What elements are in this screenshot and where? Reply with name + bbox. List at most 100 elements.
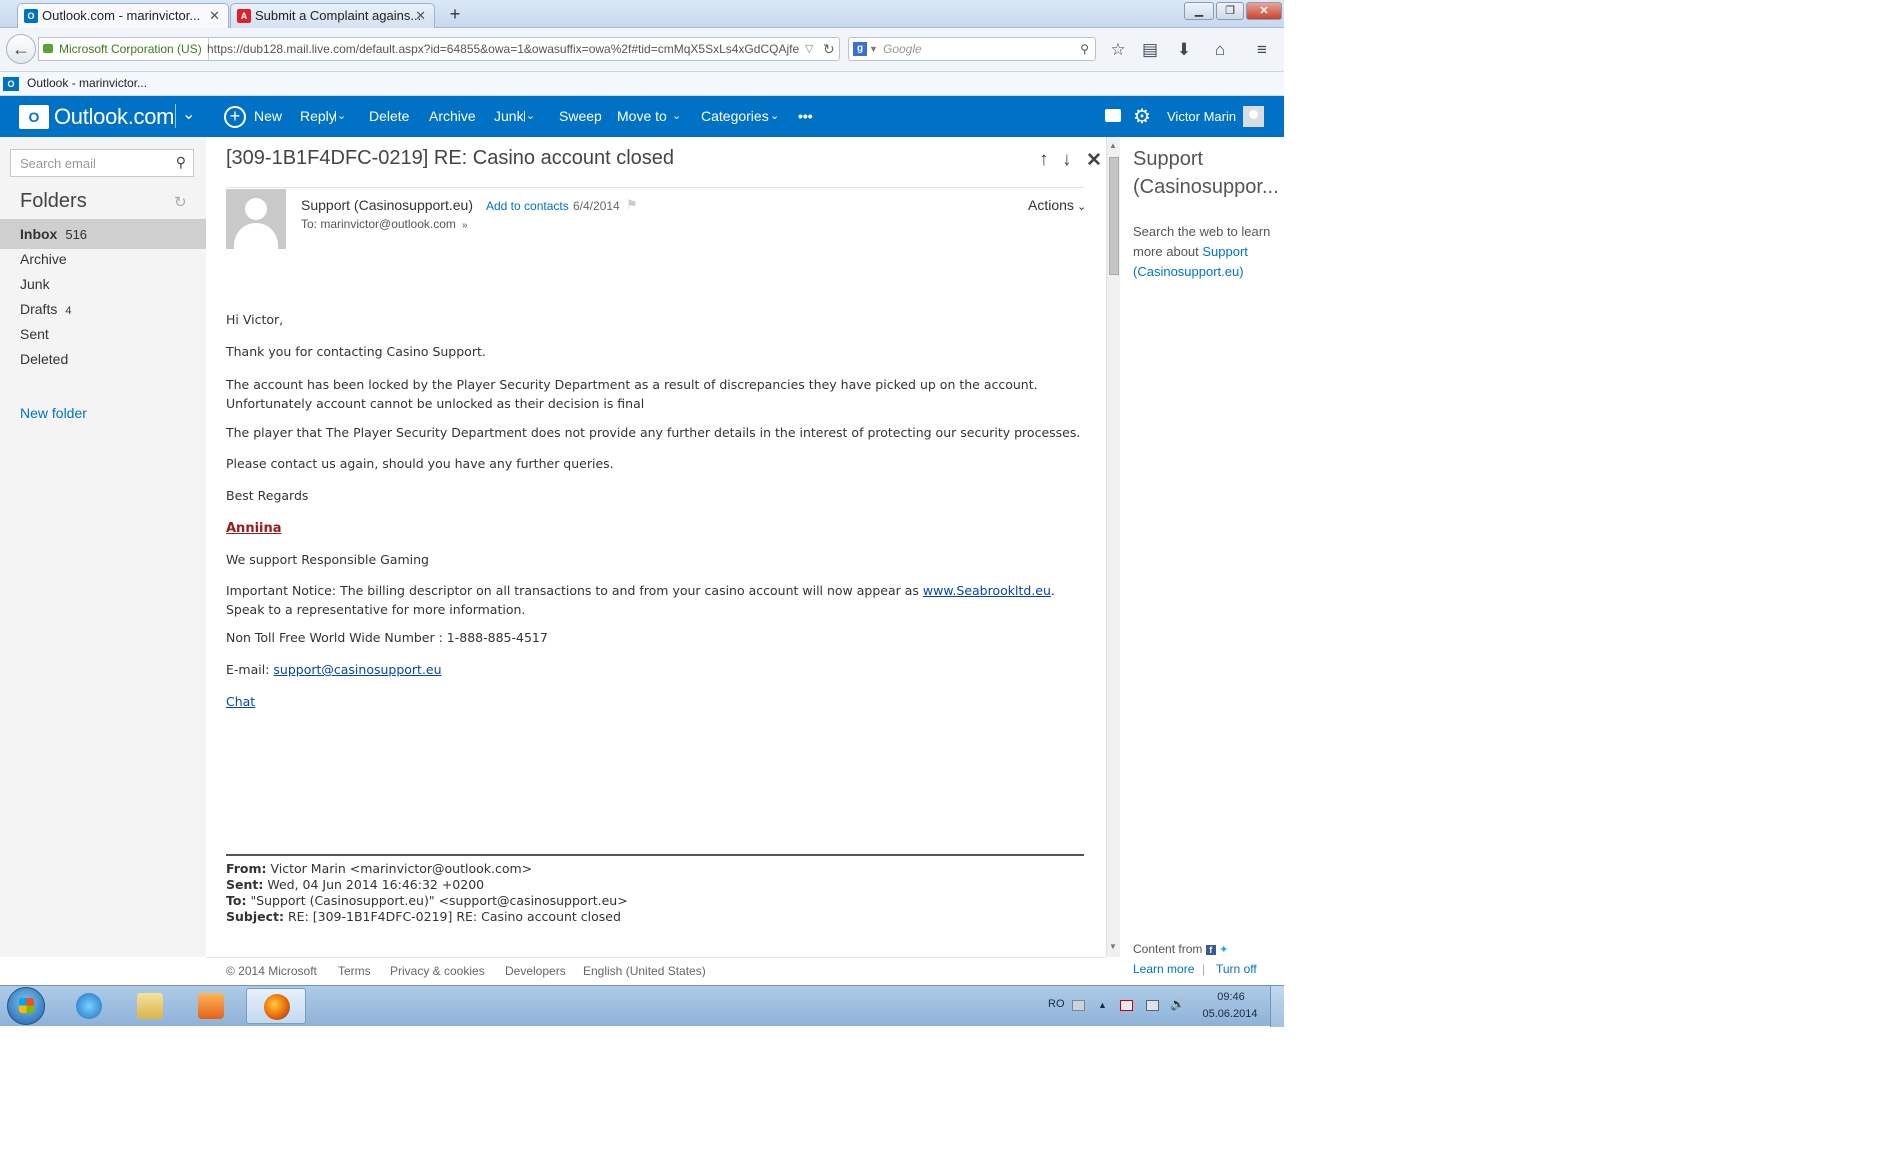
site-identity[interactable]: Microsoft Corporation (US) [41,38,209,60]
privacy-link[interactable]: Privacy & cookies [390,958,485,985]
chevron-down-icon[interactable]: ⌄ [672,96,681,137]
move-to-button[interactable]: Move to [617,96,667,137]
terms-link[interactable]: Terms [338,958,371,985]
url-text[interactable]: https://dub128.mail.live.com/default.asp… [207,38,807,60]
minimize-button[interactable]: ▁ [1184,2,1214,20]
back-button[interactable]: ← [6,34,36,64]
bookmark-outlook[interactable]: Outlook - marinvictor... [27,76,147,90]
phone-number: Non Toll Free World Wide Number : 1-888-… [226,630,548,645]
chat-icon[interactable] [1105,109,1121,122]
search-icon[interactable]: ⚲ [176,154,186,171]
reply-button[interactable]: Reply [300,96,336,137]
language-link[interactable]: English (United States) [583,958,706,985]
tab-outlook[interactable]: O Outlook.com - marinvictor... ✕ [17,3,229,29]
arrow-up-icon[interactable]: ↑ [1039,149,1049,171]
plus-icon[interactable]: + [224,106,246,128]
support-email-link[interactable]: support@casinosupport.eu [273,662,441,677]
turn-off-link[interactable]: Turn off [1216,962,1257,976]
dropdown-arrow-icon[interactable]: ▽ [805,38,813,60]
scroll-up-icon[interactable]: ▲ [1109,141,1117,150]
developers-link[interactable]: Developers [505,958,566,985]
volume-icon[interactable]: 🔊 [1170,997,1185,1011]
scrollbar-thumb[interactable] [1109,157,1119,275]
chevron-up-icon[interactable]: ▲ [1098,1000,1111,1011]
reading-pane-scrollbar[interactable]: ▲ ▼ [1106,137,1120,957]
quoted-to-value: "Support (Casinosupport.eu)" <support@ca… [250,893,628,908]
new-tab-button[interactable]: + [444,4,466,26]
taskbar-explorer[interactable] [123,988,177,1024]
categories-button[interactable]: Categories [701,96,769,137]
archive-button[interactable]: Archive [429,96,476,137]
search-icon[interactable]: ⚲ [1080,38,1089,60]
bookmark-star-icon[interactable]: ☆ [1108,40,1128,60]
chevron-down-icon[interactable]: ▼ [869,38,878,60]
bookmarks-list-icon[interactable]: ▤ [1140,40,1160,60]
start-button[interactable] [7,987,45,1025]
scroll-down-icon[interactable]: ▼ [1109,942,1117,951]
email-line: E-mail: support@casinosupport.eu [226,660,1086,679]
refresh-icon[interactable]: ↻ [174,193,187,211]
folder-label: Drafts [20,301,58,317]
tab-complaint[interactable]: A Submit a Complaint agains... ✕ [230,3,435,28]
chevron-down-icon[interactable]: ⌄ [182,104,195,124]
seabrook-link[interactable]: www.Seabrookltd.eu [923,583,1051,598]
google-icon[interactable]: g [853,42,867,56]
user-name[interactable]: Victor Marin [1167,96,1236,137]
quoted-subject-label: Subject: [226,909,284,924]
junk-button[interactable]: Junk [494,96,524,137]
network-icon[interactable] [1146,1000,1159,1011]
sweep-button[interactable]: Sweep [559,96,602,137]
contact-title: Support (Casinosuppor... [1133,148,1279,198]
reload-icon[interactable]: ↻ [823,38,835,60]
closing: Best Regards [226,488,309,503]
taskbar-firefox[interactable] [246,988,306,1024]
outlook-logo-icon[interactable]: O [19,105,49,129]
search-placeholder[interactable]: Google [883,38,922,60]
close-icon[interactable]: ✕ [209,4,220,28]
delete-button[interactable]: Delete [369,96,409,137]
keyboard-icon[interactable] [1072,1000,1085,1011]
twitter-icon[interactable]: ✦ [1219,944,1228,956]
download-icon[interactable]: ⬇ [1174,40,1194,60]
web-search-hint: Search the web to learn more about Suppo… [1133,222,1283,282]
gear-icon[interactable]: ⚙ [1133,104,1151,129]
taskbar-media-player[interactable] [184,988,238,1024]
home-icon[interactable]: ⌂ [1210,40,1230,60]
chat-link[interactable]: Chat [226,694,255,709]
folder-deleted[interactable]: Deleted [0,344,206,374]
action-center-icon[interactable] [1120,1000,1133,1011]
sender-name[interactable]: Support (Casinosupport.eu) [301,197,473,213]
brand-label[interactable]: Outlook.com [54,104,175,130]
clock-date[interactable]: 05.06.2014 [1200,1008,1260,1020]
reply-dropdown-icon[interactable]: |⌄ [334,96,346,137]
actions-label: Actions [1028,197,1074,213]
add-to-contacts-link[interactable]: Add to contacts [486,199,569,213]
restore-button[interactable]: ❐ [1216,2,1244,20]
search-email-placeholder[interactable]: Search email [20,156,96,171]
more-commands-button[interactable]: ••• [798,96,813,137]
language-indicator[interactable]: RO [1048,998,1065,1010]
new-folder-link[interactable]: New folder [20,405,87,421]
actions-button[interactable]: Actions ⌄ [1028,197,1086,213]
close-icon[interactable]: ✕ [1086,149,1102,172]
address-bar[interactable]: Microsoft Corporation (US) https://dub12… [38,37,840,61]
chevron-down-icon[interactable]: ⌄ [770,96,779,137]
arrow-down-icon[interactable]: ↓ [1062,149,1072,171]
facebook-icon[interactable]: f [1205,944,1216,955]
window-close-button[interactable]: ✕ [1246,2,1282,20]
avatar[interactable] [1243,106,1264,127]
new-button[interactable]: New [254,96,282,137]
clock-time[interactable]: 09:46 [1206,991,1256,1003]
junk-dropdown-icon[interactable]: |⌄ [523,96,535,137]
search-email-input[interactable]: Search email ⚲ [10,149,194,177]
web-search-box[interactable]: g ▼ Google ⚲ [848,37,1096,61]
close-icon[interactable]: ✕ [415,4,426,28]
folder-label: Inbox [20,226,58,242]
learn-more-link[interactable]: Learn more [1133,962,1194,976]
taskbar-internet-explorer[interactable] [62,988,116,1024]
flag-icon[interactable]: ⚑ [626,197,638,213]
menu-icon[interactable]: ≡ [1252,40,1272,60]
signature-name[interactable]: Anniina [226,521,282,536]
expand-recipients-icon[interactable]: » [459,220,468,231]
show-desktop-button[interactable] [1270,986,1284,1027]
